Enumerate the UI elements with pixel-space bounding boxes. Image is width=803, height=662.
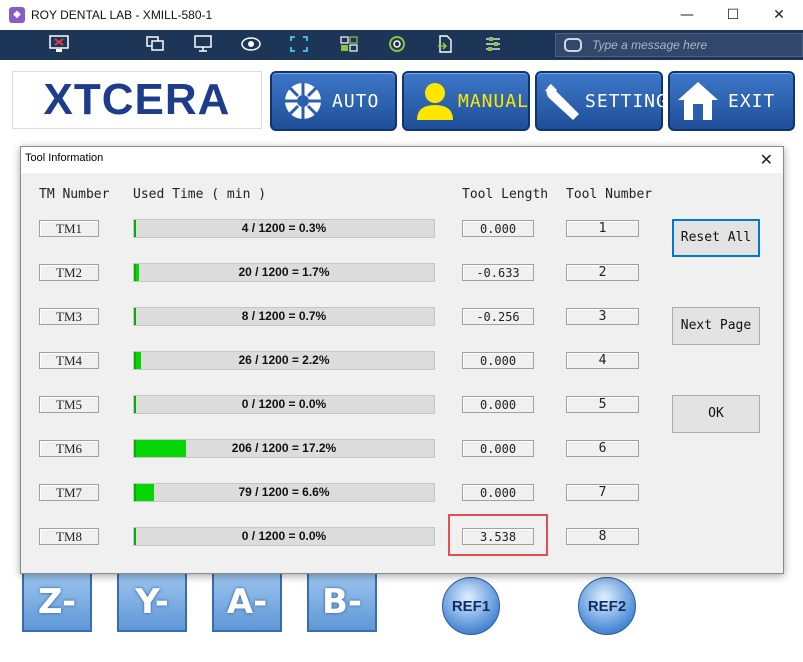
fullscreen-icon[interactable]	[288, 35, 310, 55]
home-icon	[676, 80, 718, 122]
usage-progress-bar: 8 / 1200 = 0.7%	[133, 307, 435, 326]
usage-progress-bar: 20 / 1200 = 1.7%	[133, 263, 435, 282]
axis-b-minus-button[interactable]: B-	[307, 572, 377, 632]
tm-number-field: TM7	[39, 484, 99, 501]
nav-setting-button[interactable]: SETTING	[535, 71, 667, 131]
tool-length-field[interactable]: 0.000	[462, 440, 534, 457]
axis-z-minus-button[interactable]: Z-	[22, 572, 92, 632]
message-placeholder: Type a message here	[592, 38, 708, 52]
tool-length-field[interactable]: -0.256	[462, 308, 534, 325]
nav-setting-label: SETTING	[585, 90, 668, 112]
record-icon[interactable]	[386, 35, 408, 55]
tool-number-field[interactable]: 3	[566, 308, 639, 325]
usage-text: 4 / 1200 = 0.3%	[241, 221, 327, 235]
usage-text: 8 / 1200 = 0.7%	[241, 309, 327, 323]
ref2-button[interactable]: REF2	[578, 577, 636, 635]
tool-length-field[interactable]: 0.000	[462, 484, 534, 501]
tm-number-field: TM8	[39, 528, 99, 545]
usage-text: 26 / 1200 = 2.2%	[238, 353, 330, 367]
maximize-button[interactable]: ☐	[710, 0, 756, 30]
reset-all-button[interactable]: Reset All	[672, 219, 760, 257]
usage-text: 20 / 1200 = 1.7%	[238, 265, 330, 279]
close-window-button[interactable]: ✕	[756, 0, 802, 30]
chat-icon	[564, 38, 582, 52]
tool-number-field[interactable]: 8	[566, 528, 639, 545]
message-input[interactable]: Type a message here	[555, 33, 803, 57]
tm-number-field: TM4	[39, 352, 99, 369]
ref-label: REF2	[587, 597, 627, 615]
nav-exit-label: EXIT	[728, 90, 776, 112]
usage-progress-bar: 206 / 1200 = 17.2%	[133, 439, 435, 458]
disconnect-icon[interactable]	[48, 35, 70, 55]
dialog-titlebar: Tool Information ✕	[21, 147, 783, 173]
wheel-icon	[282, 80, 324, 122]
highlight-box	[448, 514, 548, 556]
usage-progress-bar: 0 / 1200 = 0.0%	[133, 527, 435, 546]
user-icon	[414, 80, 456, 122]
settings-sliders-icon[interactable]	[482, 35, 504, 55]
brand-logo: XTCERA	[12, 71, 262, 129]
axis-label: Y-	[135, 582, 169, 622]
ref-label: REF1	[451, 597, 491, 615]
nav-auto-button[interactable]: AUTO	[270, 71, 397, 131]
switch-monitor-icon[interactable]	[144, 35, 166, 55]
usage-text: 0 / 1200 = 0.0%	[241, 529, 327, 543]
logo-text: XTCERA	[43, 75, 231, 124]
window-title: ROY DENTAL LAB - XMILL-580-1	[31, 8, 213, 22]
tool-number-field[interactable]: 5	[566, 396, 639, 413]
nav-manual-label: MANUAL	[458, 90, 530, 112]
usage-text: 206 / 1200 = 17.2%	[231, 441, 337, 455]
ref1-button[interactable]: REF1	[442, 577, 500, 635]
tm-number-field: TM5	[39, 396, 99, 413]
axis-label: A-	[226, 582, 268, 622]
next-page-button[interactable]: Next Page	[672, 307, 760, 345]
header-tool-number: Tool Number	[566, 187, 653, 202]
tm-number-field: TM2	[39, 264, 99, 281]
nav-auto-label: AUTO	[332, 90, 380, 112]
tool-information-dialog: Tool Information ✕ TM Number Used Time (…	[20, 146, 784, 574]
window-titlebar: ◆ ROY DENTAL LAB - XMILL-580-1 — ☐ ✕	[0, 0, 803, 30]
tool-length-field[interactable]: 0.000	[462, 352, 534, 369]
tm-number-field: TM3	[39, 308, 99, 325]
usage-text: 0 / 1200 = 0.0%	[241, 397, 327, 411]
tool-number-field[interactable]: 1	[566, 220, 639, 237]
usage-progress-bar: 0 / 1200 = 0.0%	[133, 395, 435, 414]
monitor-icon[interactable]	[192, 35, 214, 55]
dialog-close-icon[interactable]: ✕	[760, 150, 773, 169]
tool-length-field[interactable]: 0.000	[462, 220, 534, 237]
minimize-button[interactable]: —	[664, 0, 710, 30]
header-tool-length: Tool Length	[462, 187, 549, 202]
app-icon: ◆	[9, 7, 25, 23]
tool-number-field[interactable]: 2	[566, 264, 639, 281]
axis-a-minus-button[interactable]: A-	[212, 572, 282, 632]
tm-number-field: TM6	[39, 440, 99, 457]
wrench-icon	[541, 80, 583, 122]
axis-label: B-	[321, 582, 363, 622]
tool-length-field[interactable]: -0.633	[462, 264, 534, 281]
usage-progress-bar: 4 / 1200 = 0.3%	[133, 219, 435, 238]
usage-progress-bar: 26 / 1200 = 2.2%	[133, 351, 435, 370]
usage-text: 79 / 1200 = 6.6%	[238, 485, 330, 499]
view-icon[interactable]	[240, 35, 262, 55]
keyboard-icon[interactable]	[338, 35, 360, 55]
dialog-title: Tool Information	[25, 152, 104, 164]
axis-y-minus-button[interactable]: Y-	[117, 572, 187, 632]
tm-number-field: TM1	[39, 220, 99, 237]
file-transfer-icon[interactable]	[434, 35, 456, 55]
usage-progress-bar: 79 / 1200 = 6.6%	[133, 483, 435, 502]
nav-exit-button[interactable]: EXIT	[668, 71, 795, 131]
header-tm-number: TM Number	[39, 187, 110, 202]
tool-number-field[interactable]: 4	[566, 352, 639, 369]
axis-label: Z-	[37, 582, 77, 622]
tool-number-field[interactable]: 6	[566, 440, 639, 457]
header-used-time: Used Time ( min )	[133, 187, 267, 202]
nav-manual-button[interactable]: MANUAL	[402, 71, 530, 131]
ok-button[interactable]: OK	[672, 395, 760, 433]
tool-number-field[interactable]: 7	[566, 484, 639, 501]
tool-length-field[interactable]: 0.000	[462, 396, 534, 413]
